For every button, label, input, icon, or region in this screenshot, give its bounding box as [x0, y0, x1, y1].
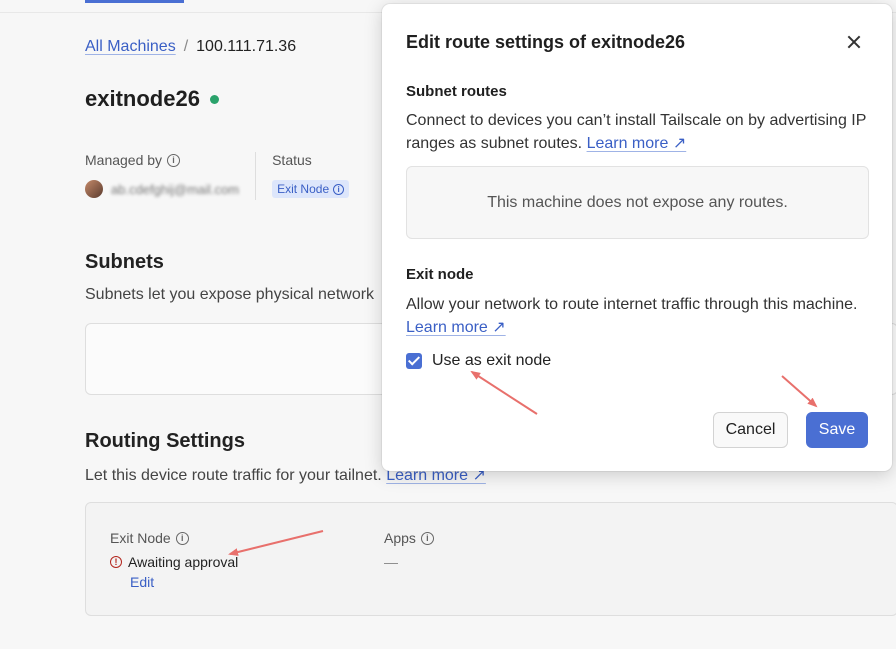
- annotation-arrows: [228, 370, 818, 556]
- arrow-to-awaiting-approval: [228, 530, 324, 556]
- arrow-to-save: [781, 375, 818, 408]
- arrow-to-checkbox: [470, 370, 538, 415]
